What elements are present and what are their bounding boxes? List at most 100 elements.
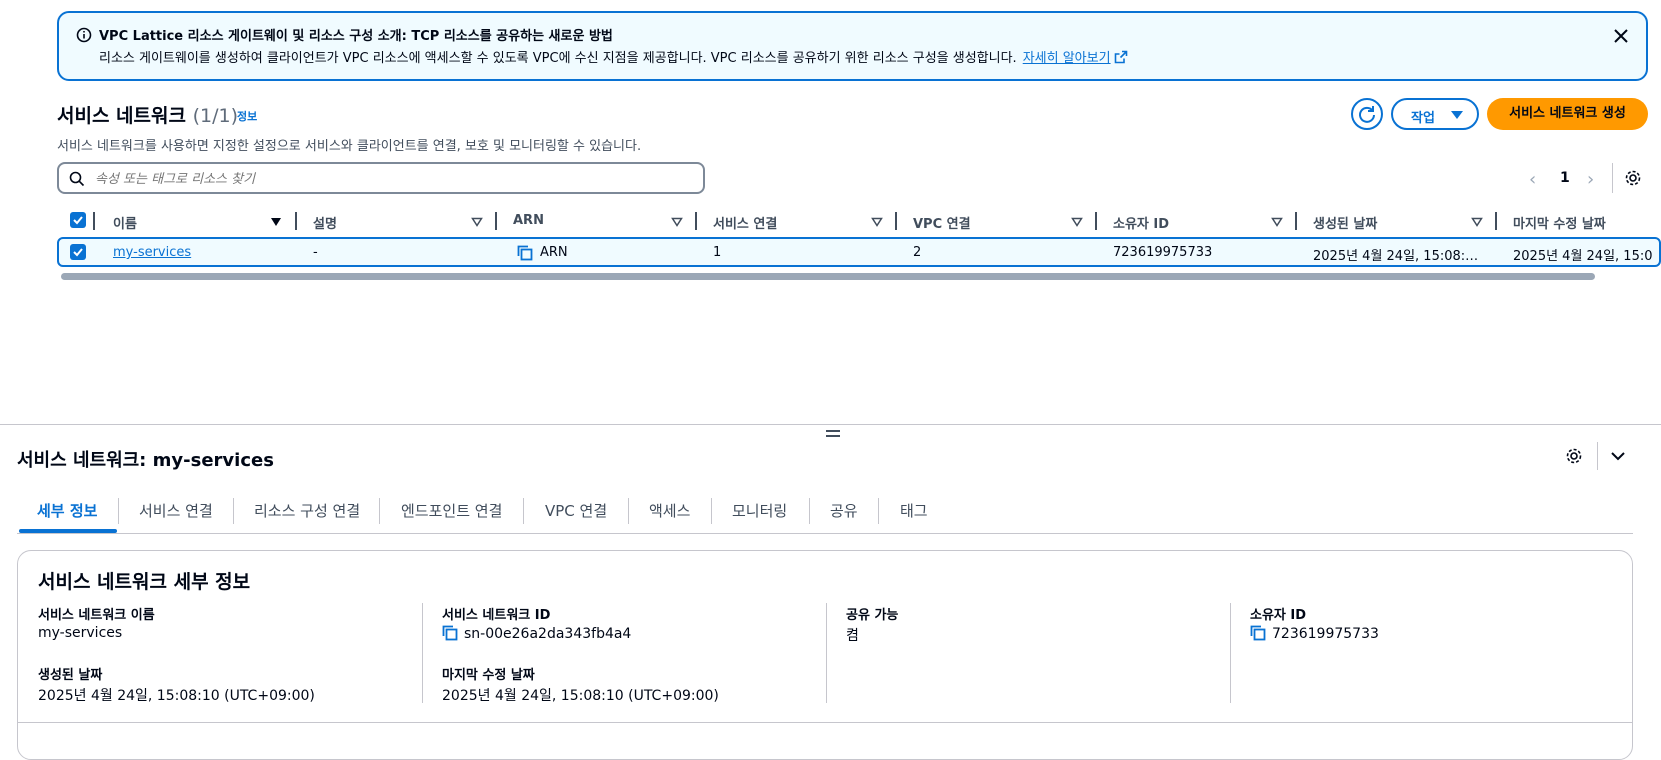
cell-modified: 2025년 4월 24일, 15:0 <box>1513 249 1653 264</box>
sort-icon[interactable] <box>671 217 683 227</box>
tab-details[interactable]: 세부 정보 <box>37 500 97 521</box>
column-divider <box>1495 212 1497 230</box>
column-divider <box>295 212 297 230</box>
id-label: 서비스 네트워크 ID <box>442 608 551 623</box>
tab-access[interactable]: 액세스 <box>649 500 690 521</box>
table-header: 이름 설명 ARN 서비스 연결 VPC 연결 소유자 ID 생성된 날짜 마지… <box>57 207 1661 235</box>
divider <box>1612 163 1613 193</box>
service-network-name-link[interactable]: my-services <box>113 245 191 260</box>
column-divider <box>1295 212 1297 230</box>
sort-icon[interactable] <box>1271 217 1283 227</box>
tab-sharing[interactable]: 공유 <box>830 500 858 521</box>
owner-value: 723619975733 <box>1250 625 1379 642</box>
learn-more-link[interactable]: 자세히 알아보기 <box>1023 51 1111 66</box>
external-link-icon[interactable] <box>1114 50 1128 64</box>
sort-icon[interactable] <box>471 217 483 227</box>
column-divider <box>895 212 897 230</box>
shareable-label: 공유 가능 <box>846 608 899 623</box>
banner-title: VPC Lattice 리소스 게이트웨이 및 리소스 구성 소개: TCP 리… <box>99 29 613 44</box>
sort-icon[interactable] <box>871 217 883 227</box>
gear-icon[interactable] <box>1565 447 1583 465</box>
tab-resource-config-associations[interactable]: 리소스 구성 연결 <box>254 500 360 521</box>
tab-service-associations[interactable]: 서비스 연결 <box>139 500 213 521</box>
info-banner: VPC Lattice 리소스 게이트웨이 및 리소스 구성 소개: TCP 리… <box>57 11 1648 81</box>
modified-value: 2025년 4월 24일, 15:08:10 (UTC+09:00) <box>442 688 719 704</box>
previous-page-icon[interactable]: ‹ <box>1529 169 1536 190</box>
scrollbar-thumb[interactable] <box>61 273 1595 280</box>
search-input[interactable] <box>95 169 685 189</box>
page-title-text: 서비스 네트워크 <box>57 105 186 127</box>
column-divider <box>422 603 423 703</box>
cell-created: 2025년 4월 24일, 15:08:… <box>1313 249 1479 264</box>
created-label: 생성된 날짜 <box>38 668 103 683</box>
horizontal-scrollbar[interactable] <box>57 272 1661 282</box>
check-icon <box>73 216 83 225</box>
tab-divider <box>628 498 629 524</box>
copy-icon[interactable] <box>1250 625 1266 641</box>
id-value: sn-00e26a2da343fb4a4 <box>442 625 631 642</box>
tab-vpc-associations[interactable]: VPC 연결 <box>545 500 607 521</box>
actions-label: 작업 <box>1411 111 1435 126</box>
tab-endpoint-associations[interactable]: 엔드포인트 연결 <box>401 500 502 521</box>
column-header-description[interactable]: 설명 <box>313 213 337 232</box>
tab-divider <box>118 498 119 524</box>
column-divider <box>1095 212 1097 230</box>
row-checkbox[interactable] <box>70 244 86 260</box>
page-number[interactable]: 1 <box>1560 170 1570 186</box>
tab-divider <box>878 498 879 524</box>
tab-list: 세부 정보 서비스 연결 리소스 구성 연결 엔드포인트 연결 VPC 연결 액… <box>17 490 1633 534</box>
copy-icon[interactable] <box>517 245 533 261</box>
column-divider <box>1230 603 1231 703</box>
cell-vpc-associations: 2 <box>913 245 922 260</box>
tab-divider <box>233 498 234 524</box>
search-box[interactable] <box>57 162 705 194</box>
column-header-name[interactable]: 이름 <box>113 213 137 232</box>
actions-dropdown-button[interactable]: 작업 <box>1391 98 1479 130</box>
cell-service-associations: 1 <box>713 245 722 260</box>
create-service-network-button[interactable]: 서비스 네트워크 생성 <box>1487 98 1648 130</box>
column-header-owner-id[interactable]: 소유자 ID <box>1113 213 1169 232</box>
created-value: 2025년 4월 24일, 15:08:10 (UTC+09:00) <box>38 688 315 704</box>
column-header-service-associations[interactable]: 서비스 연결 <box>713 213 777 232</box>
shareable-value: 켬 <box>846 628 859 644</box>
tab-monitoring[interactable]: 모니터링 <box>732 500 787 521</box>
cell-arn: ARN <box>540 245 568 260</box>
close-icon[interactable] <box>1612 27 1630 45</box>
selection-count: (1/1) <box>192 105 239 127</box>
column-header-created[interactable]: 생성된 날짜 <box>1313 213 1377 232</box>
resize-handle-icon[interactable] <box>826 430 840 440</box>
column-header-vpc-associations[interactable]: VPC 연결 <box>913 213 971 232</box>
details-card-title: 서비스 네트워크 세부 정보 <box>38 571 251 593</box>
info-icon <box>76 27 92 43</box>
name-label: 서비스 네트워크 이름 <box>38 608 155 623</box>
name-value: my-services <box>38 625 123 641</box>
divider <box>1597 442 1598 470</box>
owner-text: 723619975733 <box>1272 626 1379 642</box>
refresh-button[interactable] <box>1351 98 1383 130</box>
gear-icon[interactable] <box>1624 169 1642 187</box>
tab-tags[interactable]: 태그 <box>900 500 928 521</box>
column-header-arn[interactable]: ARN <box>513 213 544 228</box>
refresh-icon <box>1359 106 1375 123</box>
id-text: sn-00e26a2da343fb4a4 <box>464 626 632 642</box>
cell-description: - <box>313 245 318 260</box>
column-divider <box>495 212 497 230</box>
search-icon <box>69 171 85 187</box>
table-row[interactable]: my-services - ARN 1 2 723619975733 2025년… <box>57 237 1661 267</box>
chevron-down-icon[interactable] <box>1610 449 1626 463</box>
sort-descending-icon[interactable] <box>270 217 282 227</box>
tab-divider <box>379 498 380 524</box>
tab-divider <box>809 498 810 524</box>
info-link[interactable]: 정보 <box>237 108 257 124</box>
copy-icon[interactable] <box>442 625 458 641</box>
modified-label: 마지막 수정 날짜 <box>442 668 535 683</box>
column-header-modified[interactable]: 마지막 수정 날짜 <box>1513 213 1606 232</box>
next-page-icon[interactable]: › <box>1587 169 1594 190</box>
page-title: 서비스 네트워크 (1/1) <box>57 101 238 128</box>
select-all-checkbox[interactable] <box>70 212 86 228</box>
cell-owner-id: 723619975733 <box>1113 245 1213 260</box>
sort-icon[interactable] <box>1071 217 1083 227</box>
sort-icon[interactable] <box>1471 217 1483 227</box>
check-icon <box>73 248 83 257</box>
card-divider <box>18 722 1632 723</box>
